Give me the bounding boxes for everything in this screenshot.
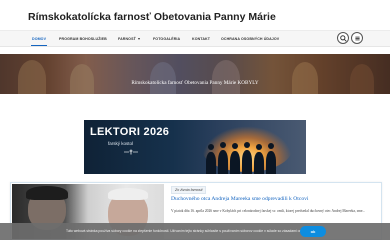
hero-heading: Rímskokatolícka farnosť Obetovania Panny…	[131, 80, 259, 86]
menu-button[interactable]	[351, 32, 363, 44]
nav-item-fotogaleria[interactable]: FOTOGALÉRIA	[153, 37, 180, 41]
article-title-link[interactable]: Duchovného otca Andreja Mareeka sme odpr…	[171, 196, 308, 202]
site-header: Rímskokatolícka farnosť Obetovania Panny…	[0, 0, 390, 30]
nav-item-program-bohosluzieb[interactable]: PROGRAM BOHOSLUŽIEB	[59, 37, 107, 41]
person-silhouette	[266, 151, 276, 174]
cookie-consent-text: Táto webová stránka používa súbory cooki…	[66, 229, 326, 233]
person-silhouette	[230, 151, 240, 174]
person-silhouette-head	[232, 143, 238, 149]
lektori-banner[interactable]: LEKTORI 2026 farský kostol	[84, 120, 306, 174]
person-silhouette	[242, 150, 252, 174]
person-silhouette	[206, 152, 216, 174]
cross-icon	[124, 149, 138, 155]
person-silhouette-head	[208, 144, 214, 150]
portrait-hair	[108, 188, 148, 200]
cookie-ok-button[interactable]: ok	[300, 226, 326, 237]
search-icon	[340, 35, 347, 42]
search-button[interactable]	[337, 32, 349, 44]
chevron-down-icon	[137, 38, 140, 41]
cookie-consent-bar: Táto webová stránka používa súbory cooki…	[0, 223, 390, 240]
person-silhouette-head	[268, 143, 274, 149]
person-silhouette-head	[244, 142, 250, 148]
person-silhouette-head	[220, 142, 226, 148]
site-title[interactable]: Rímskokatolícka farnosť Obetovania Panny…	[28, 11, 276, 23]
main-navigation: DOMOV PROGRAM BOHOSLUŽIEB FARNOSŤ FOTOGA…	[0, 30, 390, 47]
menu-icon	[355, 36, 360, 41]
banner-subtitle: farský kostol	[108, 141, 134, 146]
person-silhouette	[218, 150, 228, 174]
nav-item-ochrana-osobnych-udajov[interactable]: OCHRANA OSOBNÝCH ÚDAJOV	[221, 37, 279, 41]
hero-banner	[0, 54, 390, 94]
banner-title: LEKTORI 2026	[90, 126, 170, 138]
article-excerpt: V piatok dňa 16. apríla 2026 sme v Kobyl…	[171, 209, 366, 213]
nav-item-farnost-label: FARNOSŤ	[118, 37, 136, 41]
nav-item-kontakt[interactable]: KONTAKT	[192, 37, 210, 41]
active-nav-indicator	[31, 45, 47, 46]
category-tag[interactable]: Zo života farnosti	[171, 186, 207, 194]
person-silhouette	[254, 152, 264, 174]
nav-item-farnost[interactable]: FARNOSŤ	[118, 37, 140, 41]
portrait-hair	[26, 186, 68, 200]
hero-overlay	[0, 54, 390, 94]
nav-item-domov[interactable]: DOMOV	[32, 37, 46, 41]
person-silhouette-head	[256, 144, 262, 150]
